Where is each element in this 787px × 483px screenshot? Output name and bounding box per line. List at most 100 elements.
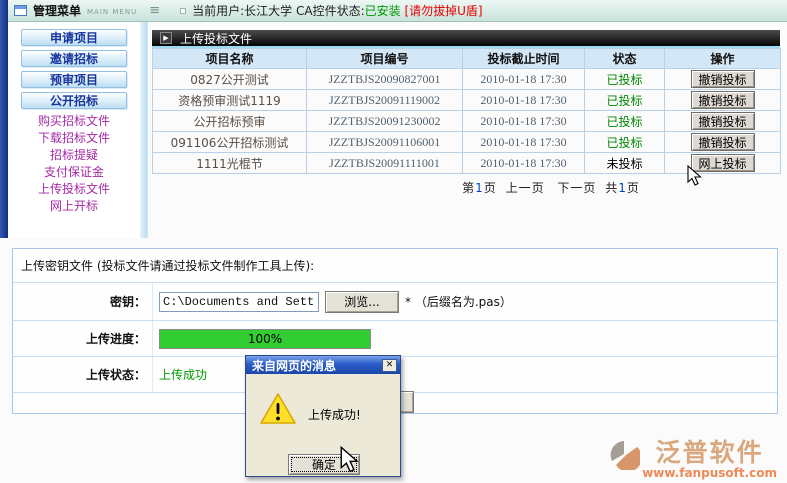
cell-status: 已投标 [585, 69, 665, 90]
cell-project-code: JZZTBJS20091119002 [307, 90, 463, 111]
revoke-bid-button[interactable]: 撤销投标 [691, 112, 755, 130]
browse-button[interactable]: 浏览... [325, 291, 399, 313]
bid-files-table: 项目名称 项目编号 投标截止时间 状态 操作 0827公开测试 JZZTBJS2… [152, 48, 781, 174]
dialog-message: 上传成功! [308, 406, 361, 423]
ca-status-value: 已安装 [365, 4, 401, 18]
dialog-body: 上传成功! 确定 [246, 374, 400, 477]
revoke-bid-button[interactable]: 撤销投标 [691, 91, 755, 109]
cell-project-name: 1111光棍节 [153, 153, 307, 174]
vendor-url: www.fanpusoft.com [642, 466, 777, 480]
table-row: 公开招标预审 JZZTBJS20091230002 2010-01-18 17:… [153, 111, 781, 132]
cell-project-code: JZZTBJS20091106001 [307, 132, 463, 153]
revoke-bid-button[interactable]: 撤销投标 [691, 133, 755, 151]
close-icon[interactable]: ✕ [382, 359, 397, 372]
usb-key-warning: [请勿拔掉U盾] [404, 4, 482, 18]
sidebar-item-prequalify-project[interactable]: 预审项目 [21, 71, 127, 88]
total-pages-number: 1 [618, 181, 627, 195]
key-file-input[interactable] [159, 292, 319, 312]
mouse-cursor-on-online-bid [687, 165, 702, 187]
sidebar-link-online-bid-opening[interactable]: 网上开标 [8, 198, 140, 215]
page-label: 第 [462, 181, 475, 195]
menu-title: 管理菜单 [33, 2, 81, 19]
ca-control-label: CA控件状态: [296, 4, 365, 18]
sidebar-link-pay-deposit[interactable]: 支付保证金 [8, 164, 140, 181]
cell-deadline: 2010-01-18 17:30 [463, 90, 585, 111]
warning-icon [259, 392, 297, 426]
cell-action: 网上投标 [665, 153, 781, 174]
vendor-name: 泛普软件 [642, 440, 777, 466]
cell-action: 撤销投标 [665, 90, 781, 111]
window-icon [14, 5, 27, 16]
key-row: 密钥： 浏览... * （后缀名为.pas） [13, 283, 777, 321]
sidebar: 申请项目 邀请招标 预审项目 公开招标 购买招标文件 下载招标文件 招标提疑 支… [8, 22, 140, 238]
sidebar-link-download-tender-file[interactable]: 下载招标文件 [8, 130, 140, 147]
dialog-title: 来自网页的消息 [252, 357, 382, 374]
table-header-row: 项目名称 项目编号 投标截止时间 状态 操作 [153, 49, 781, 69]
cell-status: 未投标 [585, 153, 665, 174]
upload-form-title: 上传密钥文件 (投标文件请通过投标文件制作工具上传): [13, 249, 777, 283]
current-page-number: 1 [475, 181, 484, 195]
panel-title-bar: ▶ 上传投标文件 [152, 30, 780, 48]
header-status: 状态 [585, 49, 665, 69]
key-suffix-note: * （后缀名为.pas） [405, 293, 512, 310]
cell-deadline: 2010-01-18 17:30 [463, 132, 585, 153]
cell-status: 已投标 [585, 90, 665, 111]
cell-project-name: 091106公开招标测试 [153, 132, 307, 153]
top-bar: 管理菜单 MAIN MENU ≡ 当前用户:长江大学 CA控件状态:已安装 [请… [8, 0, 787, 22]
hamburger-icon[interactable]: ≡ [149, 3, 160, 18]
cell-deadline: 2010-01-18 17:30 [463, 69, 585, 90]
cell-project-code: JZZTBJS20091111001 [307, 153, 463, 174]
progress-row: 上传进度： 100% [13, 321, 777, 357]
sidebar-link-buy-tender-file[interactable]: 购买招标文件 [8, 113, 140, 130]
user-info: 当前用户:长江大学 CA控件状态:已安装 [请勿拔掉U盾] [192, 2, 483, 19]
cell-project-name: 0827公开测试 [153, 69, 307, 90]
dialog-title-bar: 来自网页的消息 ✕ [246, 356, 400, 374]
header-project-name: 项目名称 [153, 49, 307, 69]
header-deadline: 投标截止时间 [463, 49, 585, 69]
upload-status-value: 上传成功 [159, 366, 207, 383]
bullet-icon [180, 8, 186, 14]
sidebar-item-apply-project[interactable]: 申请项目 [21, 29, 127, 46]
mouse-cursor-on-ok [340, 446, 359, 474]
current-user-label: 当前用户:长江大学 [192, 4, 292, 18]
pagination: 第1页 上一页 下一页 共1页 [152, 179, 780, 196]
header-project-code: 项目编号 [307, 49, 463, 69]
cell-deadline: 2010-01-18 17:30 [463, 153, 585, 174]
key-label: 密钥： [13, 283, 153, 320]
cell-project-name: 公开招标预审 [153, 111, 307, 132]
cell-action: 撤销投标 [665, 69, 781, 90]
sidebar-link-tender-question[interactable]: 招标提疑 [8, 147, 140, 164]
main-panel: ▶ 上传投标文件 项目名称 项目编号 投标截止时间 状态 操作 0827公开测试… [152, 30, 780, 196]
screen: 管理菜单 MAIN MENU ≡ 当前用户:长江大学 CA控件状态:已安装 [请… [0, 0, 787, 483]
table-row: 091106公开招标测试 JZZTBJS20091106001 2010-01-… [153, 132, 781, 153]
cell-status: 已投标 [585, 111, 665, 132]
cell-status: 已投标 [585, 132, 665, 153]
prev-page-link[interactable]: 上一页 [506, 181, 545, 195]
progress-label: 上传进度： [13, 321, 153, 356]
revoke-bid-button[interactable]: 撤销投标 [691, 70, 755, 88]
sidebar-divider [140, 22, 148, 238]
cell-project-name: 资格预审测试1119 [153, 90, 307, 111]
cell-action: 撤销投标 [665, 132, 781, 153]
panel-title: 上传投标文件 [180, 30, 252, 47]
total-pages-label: 共 [605, 181, 618, 195]
cell-deadline: 2010-01-18 17:30 [463, 111, 585, 132]
sidebar-link-upload-bid-file[interactable]: 上传投标文件 [8, 181, 140, 198]
play-icon: ▶ [160, 32, 172, 44]
next-page-link[interactable]: 下一页 [557, 181, 596, 195]
vendor-logo: 泛普软件 www.fanpusoft.com [610, 440, 777, 480]
left-accent-stripe [0, 0, 8, 238]
sidebar-item-open-tender[interactable]: 公开招标 [21, 92, 127, 109]
cell-action: 撤销投标 [665, 111, 781, 132]
webpage-message-dialog: 来自网页的消息 ✕ 上传成功! 确定 [245, 355, 401, 477]
table-row: 0827公开测试 JZZTBJS20090827001 2010-01-18 1… [153, 69, 781, 90]
table-row: 资格预审测试1119 JZZTBJS20091119002 2010-01-18… [153, 90, 781, 111]
menu-subtitle: MAIN MENU [87, 8, 137, 16]
sidebar-item-invite-tender[interactable]: 邀请招标 [21, 50, 127, 67]
total-pages-suffix: 页 [627, 181, 640, 195]
cell-project-code: JZZTBJS20091230002 [307, 111, 463, 132]
fanpu-logo-icon [610, 440, 640, 470]
header-action: 操作 [665, 49, 781, 69]
upload-progress-bar: 100% [159, 329, 371, 349]
upload-status-label: 上传状态： [13, 357, 153, 392]
